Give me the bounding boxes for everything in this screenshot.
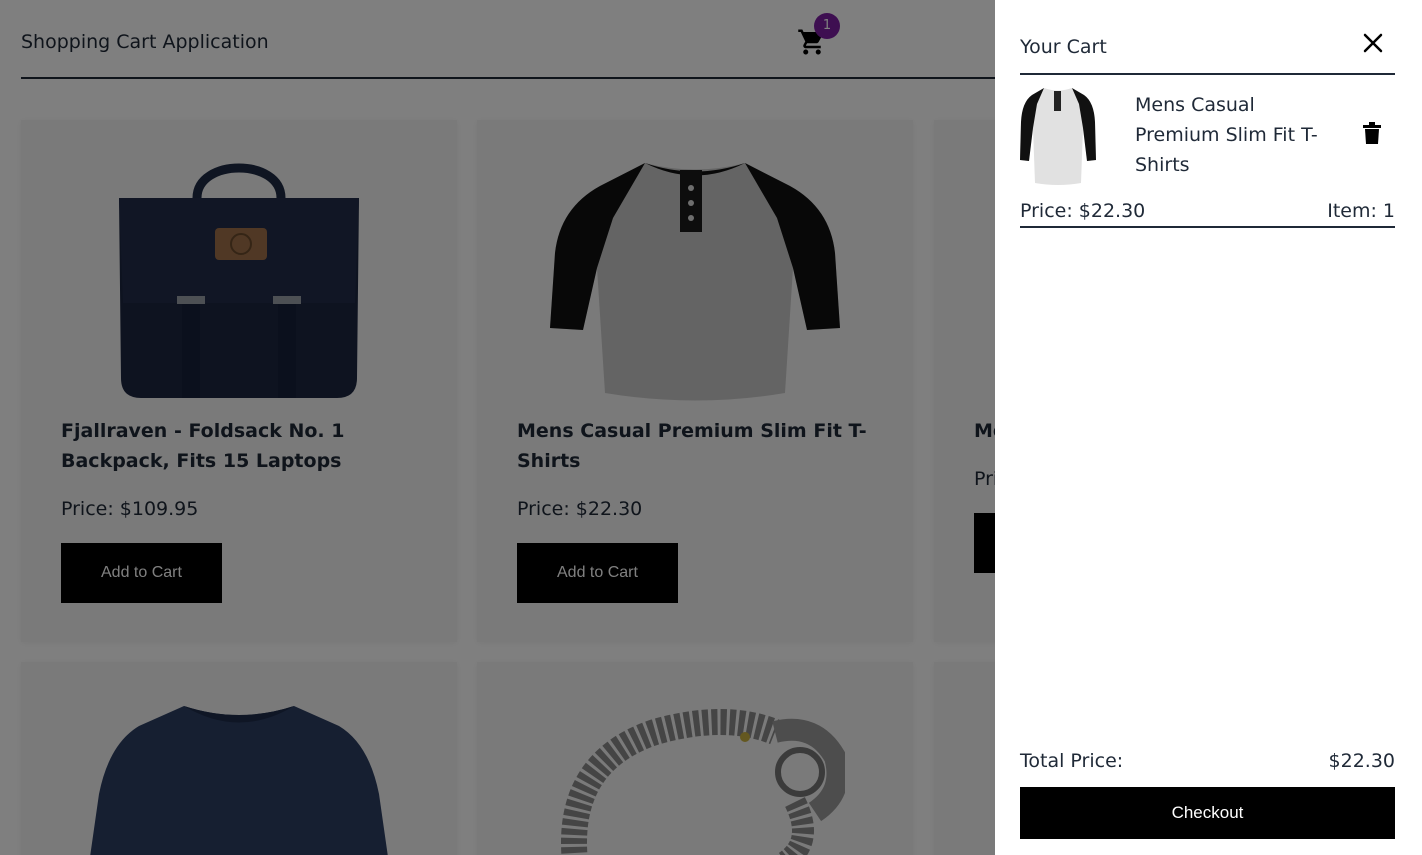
cart-item-name: Mens Casual Premium Slim Fit T-Shirts — [1135, 94, 1318, 176]
cart-item-thumbnail — [1020, 88, 1096, 185]
cart-header: Your Cart — [1020, 0, 1395, 75]
trash-icon[interactable] — [1363, 122, 1381, 144]
cart-total-row: Total Price: $22.30 — [1020, 750, 1395, 778]
total-price-label: Total Price: — [1020, 750, 1124, 772]
cart-drawer: Your Cart Mens Casual Premium Slim Fit T… — [995, 0, 1422, 855]
close-icon[interactable] — [1362, 32, 1384, 54]
cart-title: Your Cart — [1020, 36, 1107, 58]
cart-item-quantity: Item: 1 — [1327, 200, 1395, 222]
total-price-value: $22.30 — [1328, 750, 1395, 772]
cart-item: Mens Casual Premium Slim Fit T-Shirts Pr… — [1020, 82, 1395, 228]
checkout-button[interactable]: Checkout — [1020, 787, 1395, 839]
cart-item-price: Price: $22.30 — [1020, 200, 1146, 222]
